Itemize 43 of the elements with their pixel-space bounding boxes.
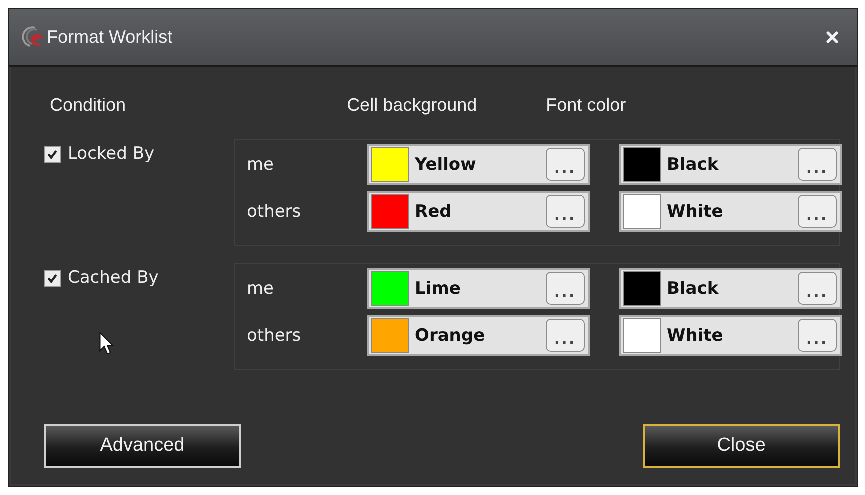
browse-button[interactable]: ... xyxy=(798,148,837,181)
row-label: others xyxy=(247,202,302,222)
column-header: Cell background xyxy=(347,95,478,117)
row-label: me xyxy=(247,278,276,298)
checkbox[interactable] xyxy=(44,146,61,163)
color-picker-field[interactable]: Yellow ... xyxy=(367,144,590,185)
checkbox-label[interactable]: Cached By xyxy=(68,268,159,288)
app-logo-icon xyxy=(21,25,45,49)
browse-button[interactable]: ... xyxy=(798,195,837,228)
browse-button[interactable]: ... xyxy=(546,148,585,181)
dialog-button[interactable]: Advanced xyxy=(44,424,241,468)
color-picker-field[interactable]: White ... xyxy=(619,315,842,356)
row-label: others xyxy=(247,326,302,346)
browse-button[interactable]: ... xyxy=(546,319,585,352)
color-picker-field[interactable]: Lime ... xyxy=(367,268,590,309)
color-name: Lime xyxy=(414,278,462,298)
color-name: Red xyxy=(414,202,453,222)
color-picker-field[interactable]: Black ... xyxy=(619,144,842,185)
color-name: White xyxy=(666,326,724,346)
color-name: Black xyxy=(666,154,720,174)
browse-button[interactable]: ... xyxy=(546,195,585,228)
browse-button[interactable]: ... xyxy=(798,272,837,305)
browse-button[interactable]: ... xyxy=(798,319,837,352)
window-title: Format Worklist xyxy=(47,26,174,48)
checkbox[interactable] xyxy=(44,270,61,287)
color-picker-field[interactable]: Red ... xyxy=(367,191,590,232)
check-mark-icon xyxy=(47,273,58,284)
color-name: Yellow xyxy=(414,154,478,174)
column-header: Condition xyxy=(49,95,126,117)
checkbox-label[interactable]: Locked By xyxy=(68,144,155,164)
browse-button[interactable]: ... xyxy=(546,272,585,305)
color-picker-field[interactable]: Black ... xyxy=(619,268,842,309)
row-label: me xyxy=(247,154,276,174)
dialog-button[interactable]: Close xyxy=(643,424,840,468)
mouse-pointer-icon xyxy=(99,332,114,355)
column-header: Font color xyxy=(546,95,626,117)
color-name: Orange xyxy=(414,326,486,346)
check-mark-icon xyxy=(47,149,58,160)
color-picker-field[interactable]: White ... xyxy=(619,191,842,232)
color-picker-field[interactable]: Orange ... xyxy=(367,315,590,356)
color-name: White xyxy=(666,202,724,222)
color-name: Black xyxy=(666,278,720,298)
close-icon[interactable] xyxy=(826,30,839,44)
